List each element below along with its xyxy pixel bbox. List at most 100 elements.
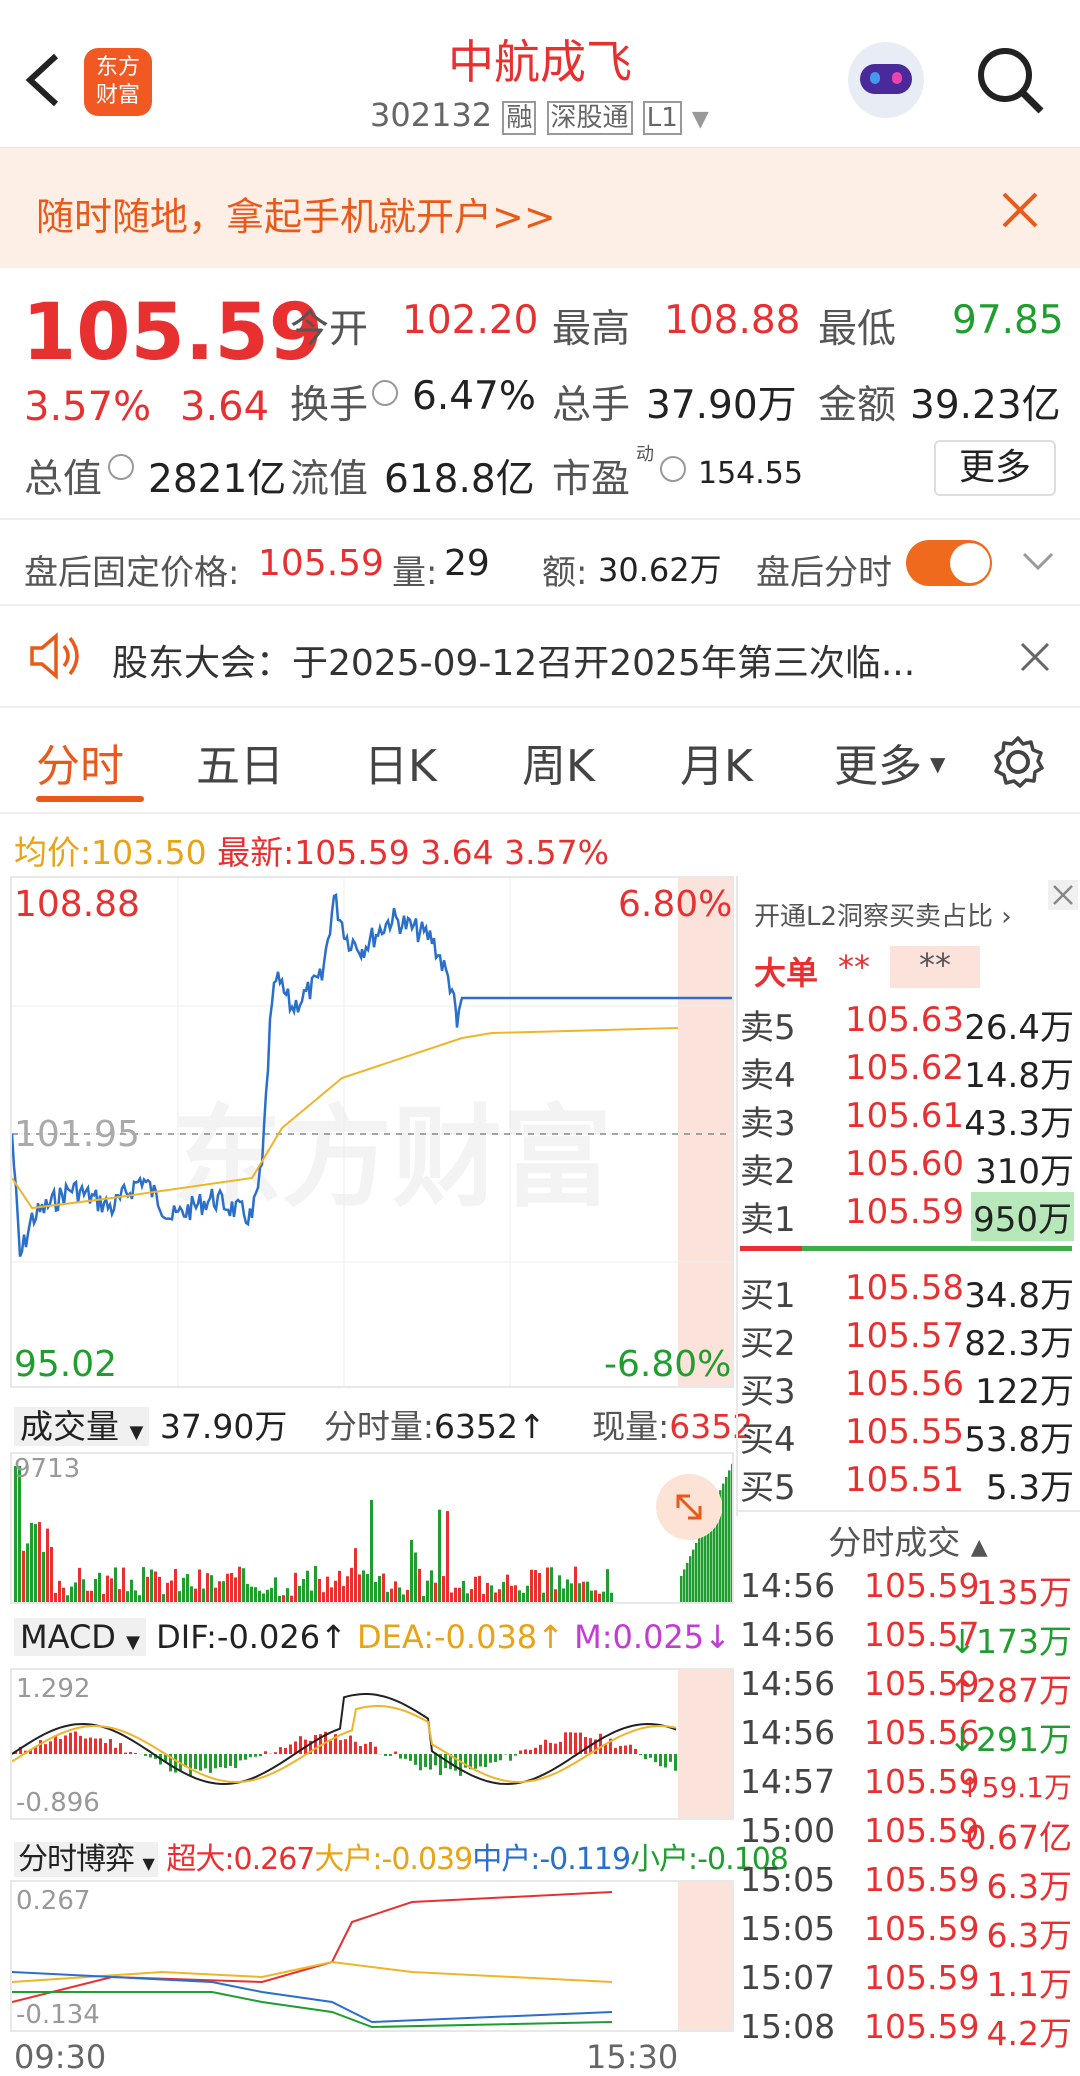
tab-more[interactable]: 更多	[834, 730, 922, 794]
macd-dea: DEA:-0.038	[357, 1618, 537, 1656]
tab-week-k[interactable]: 周K	[522, 730, 595, 794]
macd-bar	[624, 1746, 627, 1754]
volume-bar	[18, 1466, 21, 1604]
ask-row[interactable]: 卖5105.6326.4万	[740, 1000, 1076, 1048]
macd-bar	[224, 1754, 227, 1768]
macd-bar	[399, 1754, 402, 1759]
close-icon[interactable]	[1000, 190, 1040, 230]
volume-chart[interactable]: 9713	[10, 1452, 734, 1604]
volume-bar	[246, 1584, 249, 1604]
volume-bar	[430, 1570, 433, 1604]
tab-month-k[interactable]: 月K	[680, 730, 753, 794]
vol-label: 总手	[552, 374, 630, 430]
more-button[interactable]: 更多	[934, 440, 1056, 496]
volume-bar	[330, 1587, 333, 1604]
info-icon[interactable]	[660, 456, 686, 482]
macd-bar	[629, 1745, 632, 1754]
stock-meta[interactable]: 302132 融 深股通 L1 ▼	[370, 96, 709, 134]
volume-bar	[214, 1588, 217, 1604]
volume-bar	[470, 1589, 473, 1604]
macd-bar	[144, 1754, 147, 1756]
macd-dif: DIF:-0.026	[156, 1618, 320, 1656]
bid-row[interactable]: 买4105.5553.8万	[740, 1412, 1076, 1460]
volume-header: 成交量 ▼ 37.90万 分时量:6352↑ 现量:6352	[14, 1400, 753, 1448]
ob-level: 卖5	[740, 1000, 796, 1049]
intraday-chart[interactable]: 东方财富 108.88 6.80% 101.95 95.02 -6.80%	[10, 876, 734, 1388]
chart-max-label: 108.88	[14, 884, 140, 925]
l2-promo[interactable]: 开通L2洞察买卖占比 ›	[754, 896, 1012, 933]
trade-time: 15:00	[740, 1811, 835, 1850]
macd-bar	[59, 1739, 62, 1754]
amt-label: 金额	[818, 374, 896, 430]
ask-row[interactable]: 卖4105.6214.8万	[740, 1048, 1076, 1096]
after-label: 盘后固定价格:	[24, 545, 239, 594]
trade-time: 15:05	[740, 1909, 835, 1948]
volume-bar	[30, 1523, 33, 1604]
volume-bar	[282, 1595, 285, 1604]
expand-icon[interactable]	[656, 1474, 722, 1540]
game-selector[interactable]: 分时博弈 ▼	[14, 1842, 158, 1877]
chevron-down-icon[interactable]	[1020, 548, 1056, 576]
bid-row[interactable]: 买1105.5834.8万	[740, 1268, 1076, 1316]
macd-selector-label: MACD	[20, 1618, 116, 1656]
tab-intraday[interactable]: 分时	[36, 730, 124, 794]
volume-bar	[90, 1591, 93, 1604]
volume-bar	[498, 1589, 501, 1604]
now-vol-label: 现量:	[592, 1407, 669, 1446]
macd-bar	[649, 1754, 652, 1758]
volume-bar	[310, 1591, 313, 1604]
volume-selector[interactable]: 成交量 ▼	[14, 1407, 149, 1446]
volume-bar	[182, 1578, 185, 1604]
notice-text[interactable]: 股东大会：于2025-09-12召开2025年第三次临...	[112, 634, 915, 686]
after-hours-toggle[interactable]	[906, 540, 992, 586]
macd-selector[interactable]: MACD ▼	[14, 1618, 146, 1656]
volume-bar	[534, 1570, 537, 1604]
macd-bar	[244, 1754, 247, 1760]
ob-volume: 34.8万	[964, 1268, 1074, 1317]
volume-bar	[482, 1594, 485, 1604]
volume-bar	[728, 1470, 731, 1604]
trade-price: 105.59	[864, 1909, 979, 1948]
info-icon[interactable]	[372, 380, 398, 406]
volume-bar	[526, 1586, 529, 1604]
ob-price: 105.63	[845, 1000, 964, 1040]
ask-row[interactable]: 卖1105.59950万	[740, 1192, 1076, 1240]
ask-row[interactable]: 卖3105.6143.3万	[740, 1096, 1076, 1144]
gear-icon[interactable]	[990, 734, 1046, 790]
volume-total: 37.90万	[160, 1407, 287, 1446]
ask-row[interactable]: 卖2105.60310万	[740, 1144, 1076, 1192]
ob-price: 105.56	[845, 1364, 964, 1404]
bid-row[interactable]: 买2105.5782.3万	[740, 1316, 1076, 1364]
macd-bar	[44, 1744, 47, 1754]
search-icon[interactable]	[975, 45, 1047, 117]
macd-bar	[79, 1736, 82, 1754]
trades-header[interactable]: 分时成交 ▲	[736, 1510, 1080, 1560]
tab-day-k[interactable]: 日K	[364, 730, 437, 794]
close-icon[interactable]	[1020, 642, 1050, 672]
game-big: 大户:-0.039	[314, 1842, 472, 1877]
info-icon[interactable]	[108, 454, 134, 480]
bid-row[interactable]: 买3105.56122万	[740, 1364, 1076, 1412]
macd-bar	[519, 1751, 522, 1754]
volume-axis-label: 9713	[14, 1454, 80, 1484]
volume-bar	[570, 1583, 573, 1604]
after-amt: 30.62万	[598, 545, 722, 591]
open-value: 102.20	[402, 298, 538, 343]
volume-bar	[701, 1530, 704, 1604]
open-account-banner[interactable]: 随时随地，拿起手机就开户>>	[0, 148, 1080, 268]
after-amt-label: 额:	[542, 545, 587, 594]
macd-chart[interactable]: 1.292 -0.896	[10, 1668, 734, 1820]
close-icon[interactable]	[1048, 880, 1078, 910]
volume-bar	[318, 1579, 321, 1604]
robot-avatar-icon[interactable]	[848, 42, 924, 118]
macd-bar	[599, 1734, 602, 1754]
macd-bar	[369, 1742, 372, 1754]
macd-bar	[429, 1754, 432, 1770]
volume-bar	[198, 1570, 201, 1604]
volume-bar	[610, 1593, 613, 1604]
bid-row[interactable]: 买5105.515.3万	[740, 1460, 1076, 1508]
volume-bar	[594, 1590, 597, 1604]
volume-bar	[538, 1573, 541, 1604]
tab-five-day[interactable]: 五日	[196, 730, 284, 794]
game-chart[interactable]: 0.267 -0.134	[10, 1880, 734, 2032]
